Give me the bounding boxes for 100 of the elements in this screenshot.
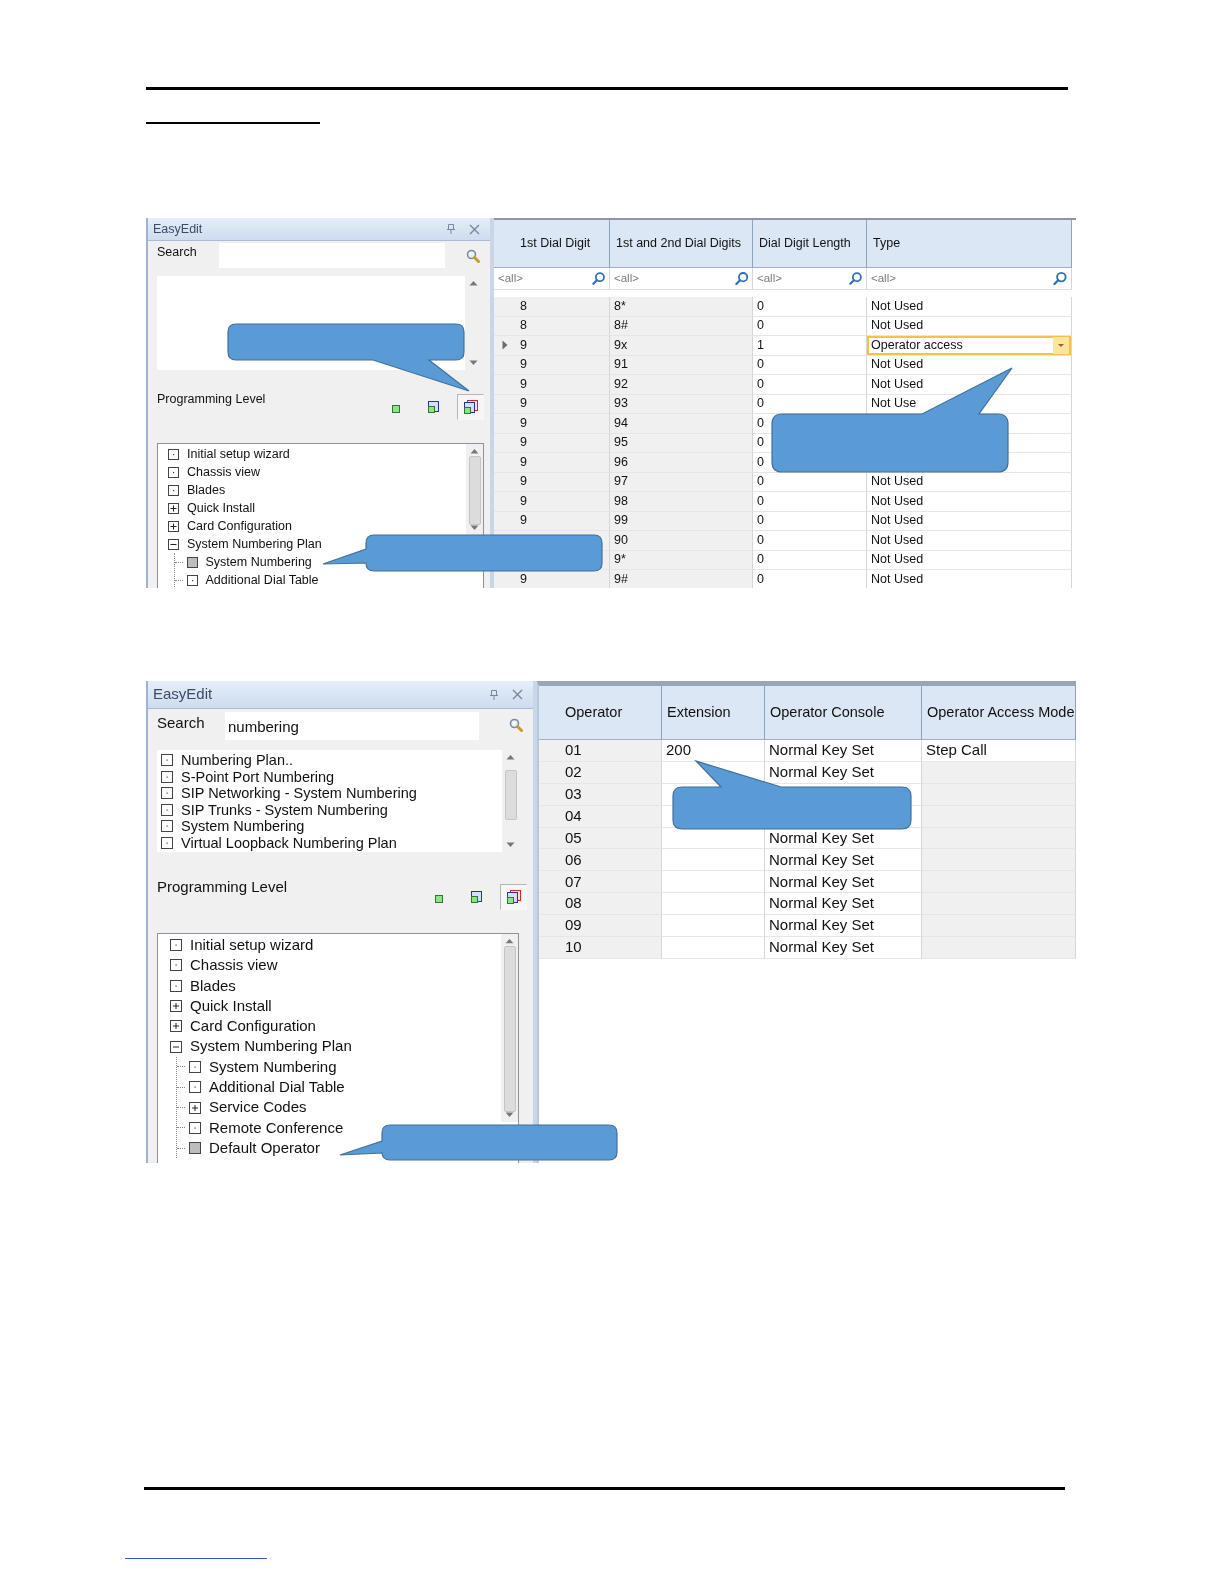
- tree-item[interactable]: Chassis view: [170, 955, 278, 976]
- tree-item[interactable]: System Numbering Plan: [168, 535, 322, 553]
- tree-item[interactable]: Default Operator: [189, 1137, 320, 1159]
- scroll-down-icon[interactable]: [469, 360, 478, 366]
- node-icon[interactable]: [170, 939, 182, 952]
- expand-icon[interactable]: [168, 502, 179, 514]
- tree-item[interactable]: Card Configuration: [170, 1016, 316, 1037]
- level-button[interactable]: [457, 394, 484, 420]
- search-icon[interactable]: [591, 271, 605, 286]
- node-icon[interactable]: [186, 556, 198, 568]
- table-cell: 9: [494, 492, 610, 512]
- table-cell: 10: [539, 937, 662, 959]
- column-header[interactable]: 1st Dial Digit: [494, 220, 610, 268]
- pin-icon[interactable]: [488, 688, 500, 701]
- tree-item[interactable]: Card Configuration: [168, 517, 292, 535]
- table-cell: 9: [494, 375, 610, 395]
- tree-item[interactable]: Blades: [170, 975, 236, 996]
- collapse-icon[interactable]: [168, 538, 179, 550]
- expand-icon[interactable]: [189, 1101, 201, 1114]
- table-cell: 96: [610, 453, 753, 473]
- column-header[interactable]: Operator: [539, 686, 662, 740]
- table-cell: 91: [610, 355, 753, 375]
- column-header[interactable]: Operator Console: [765, 686, 922, 740]
- node-icon[interactable]: [161, 803, 173, 816]
- node-icon[interactable]: [168, 466, 179, 478]
- close-icon[interactable]: [469, 223, 480, 235]
- node-icon[interactable]: [161, 836, 173, 849]
- scroll-thumb[interactable]: [503, 945, 516, 1113]
- table-cell: 9*: [610, 550, 753, 570]
- level-button[interactable]: [500, 884, 527, 910]
- node-icon[interactable]: [186, 574, 198, 586]
- table-cell: 8: [494, 297, 610, 317]
- column-header[interactable]: Operator Access Mode: [922, 686, 1076, 740]
- pin-icon[interactable]: [445, 223, 457, 235]
- scrollbar[interactable]: [501, 934, 518, 1122]
- node-icon[interactable]: [161, 787, 173, 800]
- table-cell: 9: [494, 570, 610, 588]
- filter-field[interactable]: <all>: [498, 269, 592, 288]
- filter-field[interactable]: <all>: [614, 269, 735, 288]
- tree-item[interactable]: Quick Install: [170, 995, 272, 1017]
- tree-item[interactable]: Initial setup wizard: [168, 445, 290, 463]
- result-item[interactable]: S-Point Port Numbering: [161, 768, 502, 785]
- node-icon[interactable]: [189, 1142, 201, 1155]
- node-icon[interactable]: [189, 1121, 201, 1134]
- scrollbar[interactable]: [466, 444, 483, 535]
- tree-item[interactable]: Quick Install: [168, 499, 256, 517]
- search-icon[interactable]: [509, 718, 523, 732]
- filter-field[interactable]: <all>: [757, 269, 849, 288]
- tree-item[interactable]: Blades: [168, 481, 226, 499]
- tree-item[interactable]: System Numbering: [189, 1056, 337, 1078]
- node-icon[interactable]: [161, 770, 173, 783]
- expand-icon[interactable]: [168, 520, 179, 532]
- column-header[interactable]: 1st and 2nd Dial Digits: [610, 220, 753, 268]
- node-icon[interactable]: [168, 448, 179, 460]
- node-icon[interactable]: [168, 484, 179, 496]
- type-dropdown[interactable]: Operator access: [867, 336, 1071, 355]
- tree-item[interactable]: Remote Conference: [189, 1117, 344, 1138]
- tree-item[interactable]: Additional Dial Table: [189, 1077, 345, 1098]
- scroll-thumb[interactable]: [504, 770, 517, 820]
- column-header[interactable]: Type: [867, 220, 1072, 268]
- close-icon[interactable]: [512, 689, 523, 700]
- node-icon[interactable]: [161, 820, 173, 833]
- scroll-thumb[interactable]: [468, 455, 481, 526]
- node-icon[interactable]: [161, 754, 173, 767]
- result-item[interactable]: SIP Trunks - System Numbering: [161, 801, 502, 818]
- table-cell: 01: [539, 740, 662, 762]
- expand-icon[interactable]: [170, 1000, 182, 1013]
- expand-icon[interactable]: [170, 1020, 182, 1033]
- search-icon[interactable]: [848, 271, 862, 286]
- result-item[interactable]: Virtual Loopback Numbering Plan: [161, 834, 502, 851]
- search-icon[interactable]: [734, 271, 748, 286]
- table-cell: 0: [753, 570, 867, 588]
- column-header[interactable]: Extension: [662, 686, 765, 740]
- table-cell: 8: [494, 316, 610, 336]
- table-cell: 94: [610, 414, 753, 434]
- tree-item[interactable]: Chassis view: [168, 463, 260, 481]
- scroll-up-icon[interactable]: [506, 754, 515, 760]
- filter-field[interactable]: <all>: [871, 269, 1054, 288]
- column-header[interactable]: Dial Digit Length: [753, 220, 867, 268]
- search-icon[interactable]: [1053, 271, 1067, 286]
- table-cell: 92: [610, 375, 753, 395]
- search-field[interactable]: numbering: [225, 712, 479, 740]
- table-cell: 0: [753, 531, 867, 551]
- collapse-icon[interactable]: [170, 1040, 182, 1053]
- table-cell: 04: [539, 805, 662, 828]
- node-icon[interactable]: [170, 979, 182, 992]
- node-icon[interactable]: [170, 959, 182, 972]
- node-icon[interactable]: [189, 1081, 201, 1094]
- result-item[interactable]: System Numbering: [161, 818, 502, 835]
- scroll-up-icon[interactable]: [469, 280, 478, 286]
- tree-item[interactable]: Additional Dial Table: [186, 571, 319, 588]
- tree-item[interactable]: Initial setup wizard: [170, 935, 314, 956]
- node-icon[interactable]: [189, 1060, 201, 1073]
- search-icon[interactable]: [466, 249, 480, 263]
- result-item[interactable]: Numbering Plan..: [161, 752, 502, 769]
- tree-item[interactable]: System Numbering Plan: [170, 1036, 352, 1057]
- scroll-down-icon[interactable]: [506, 842, 515, 848]
- tree-item[interactable]: Service Codes: [189, 1097, 307, 1118]
- result-item[interactable]: SIP Networking - System Numbering: [161, 785, 502, 802]
- tree-item[interactable]: System Numbering: [186, 553, 312, 571]
